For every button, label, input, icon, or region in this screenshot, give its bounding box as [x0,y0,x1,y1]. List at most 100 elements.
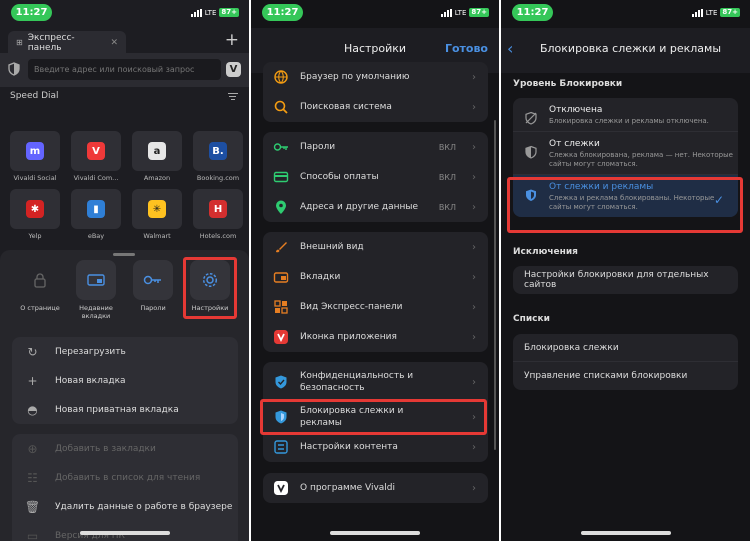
speed-dial-tile[interactable]: ✱ Yelp [10,189,60,240]
settings-row[interactable]: Настройки контента › [263,432,488,462]
vivaldi-menu-icon[interactable]: V [226,62,241,77]
speed-dial-tile[interactable]: H Hotels.com [193,189,243,240]
reload-icon: ↻ [27,344,38,359]
globe-icon [273,69,289,85]
chevron-right-icon: › [472,301,476,313]
highlight-tracker-blocking [260,399,487,435]
settings-row[interactable]: Пароли ВКЛ › [263,132,488,162]
quick-action-recent-tabs[interactable]: Недавние вкладки [71,260,121,320]
blocking-navbar: ‹ Блокировка слежки и рекламы [501,28,750,73]
tile-thumbnail: B. [193,131,243,171]
recent-tabs-icon [76,260,116,300]
tile-thumbnail: a [132,131,182,171]
sheet-handle[interactable] [113,253,135,256]
speed-dial-label[interactable]: Speed Dial [10,91,59,101]
tile-thumbnail: ✱ [10,189,60,229]
site-exceptions-item[interactable]: Настройки блокировки для отдельных сайто… [513,266,738,294]
status-time: 11:27 [11,4,52,21]
tracker-blocking-list-item[interactable]: Блокировка слежки [513,334,738,362]
tab-express-panel[interactable]: ⊞ Экспресс-панель ✕ [8,31,126,54]
menu-item[interactable]: ☷ Добавить в список для чтения [12,463,238,492]
settings-row-label: Настройки контента [300,442,398,452]
menu-item-label: Новая вкладка [55,375,126,386]
mastodon-icon: m [26,142,44,160]
home-indicator [581,531,671,535]
vivaldi-icon: V [87,142,105,160]
trash-icon: 🗑 [24,499,41,514]
settings-row-label: Адреса и другие данные [300,202,419,212]
chevron-right-icon: › [472,271,476,283]
menu-item-label: Добавить в список для чтения [55,472,201,483]
paint-icon [273,239,289,255]
screen-tracker-blocking: 11:27 LTE 87+ ‹ Блокировка слежки и рекл… [501,0,750,541]
speed-dial-tile[interactable]: ✳ Walmart [132,189,182,240]
battery-icon: 87+ [720,8,740,17]
tab-title: Экспресс-панель [27,32,75,53]
done-button[interactable]: Готово [445,42,488,55]
settings-row[interactable]: Способы оплаты ВКЛ › [263,162,488,192]
tile-label: Booking.com [196,174,240,182]
grid-icon [273,299,289,315]
sort-menu-icon[interactable] [228,93,238,102]
settings-row[interactable]: Адреса и другие данные ВКЛ › [263,192,488,222]
speed-dial-tile[interactable]: a Amazon [132,131,182,182]
key-icon [133,260,173,300]
network-label: LTE [705,8,718,17]
settings-row[interactable]: Браузер по умолчанию › [263,62,488,92]
yelp-icon: ✱ [26,200,44,218]
blocking-level-option[interactable]: Отключена Блокировка слежки и рекламы отк… [513,98,738,132]
highlight-settings [183,257,237,319]
settings-row[interactable]: Поисковая система › [263,92,488,122]
settings-row[interactable]: Конфиденциальность и безопасность › [263,362,488,402]
tab-strip: ⊞ Экспресс-панель ✕ + [0,28,249,54]
settings-row-value: ВКЛ [438,202,456,212]
settings-row[interactable]: Внешний вид › [263,232,488,262]
address-input[interactable] [28,59,221,80]
signal-icon [440,8,452,17]
scrollbar[interactable] [494,120,496,450]
blocking-level-option[interactable]: От слежки Слежка блокирована, реклама — н… [513,132,738,175]
settings-row-label: Вкладки [300,272,341,282]
settings-row[interactable]: Вкладки › [263,262,488,292]
network-label: LTE [204,8,217,17]
screen-settings: 11:27 LTE 87+ Настройки Готово Браузер п… [251,0,499,541]
status-indicators: LTE 87+ [440,8,489,17]
menu-item[interactable]: ⊕ Добавить в закладки [12,434,238,463]
ghost-icon: ◓ [27,402,38,417]
menu-item[interactable]: ◓ Новая приватная вкладка [12,395,238,424]
speed-dial-tile[interactable]: B. Booking.com [193,131,243,182]
chevron-right-icon: › [472,441,476,453]
quick-action-passwords[interactable]: Пароли [128,260,178,312]
menu-item[interactable]: 🗑 Удалить данные о работе в браузере [12,492,238,521]
bookmark-add-icon: ⊕ [27,441,38,456]
menu-item-label: Добавить в закладки [55,443,156,454]
speed-dial-tile[interactable]: V Vivaldi Com... [71,131,121,182]
settings-row[interactable]: Иконка приложения › [263,322,488,352]
menu-group-page: ⊕ Добавить в закладки ☷ Добавить в список д… [12,434,238,541]
search-icon [273,99,289,115]
menu-item[interactable]: + Новая вкладка [12,366,238,395]
speed-dial-tile[interactable]: m Vivaldi Social [10,131,60,182]
amazon-icon: a [148,142,166,160]
home-indicator [80,531,170,535]
speed-dial-tile[interactable]: ▮ eBay [71,189,121,240]
menu-item[interactable]: ↻ Перезагрузить [12,337,238,366]
battery-icon: 87+ [219,8,239,17]
settings-row[interactable]: Вид Экспресс-панели › [263,292,488,322]
status-bar: 11:27 LTE 87+ [501,0,750,28]
settings-group: О программе Vivaldi › [263,473,488,503]
screen-browser-menu: 11:27 LTE 87+ ⊞ Экспресс-панель ✕ + V Sp… [0,0,249,541]
tile-thumbnail: H [193,189,243,229]
quick-action-about-page[interactable]: О странице [15,260,65,312]
settings-row[interactable]: О программе Vivaldi › [263,473,488,503]
exceptions-section-header: Исключения [513,247,578,257]
settings-row-label: Вид Экспресс-панели [300,302,403,312]
manage-block-lists-item[interactable]: Управление списками блокировки [513,362,738,390]
menu-group-navigation: ↻ Перезагрузить + Новая вкладка ◓ Новая прива… [12,337,238,424]
new-tab-plus-icon[interactable]: + [225,30,239,50]
shield-icon[interactable] [8,62,20,76]
close-tab-icon[interactable]: ✕ [110,38,118,48]
settings-row-label: Пароли [300,142,336,152]
settings-group: Пароли ВКЛ › Способы оплаты ВКЛ › Адреса и дру… [263,132,488,222]
vivaldi-icon [273,480,289,496]
